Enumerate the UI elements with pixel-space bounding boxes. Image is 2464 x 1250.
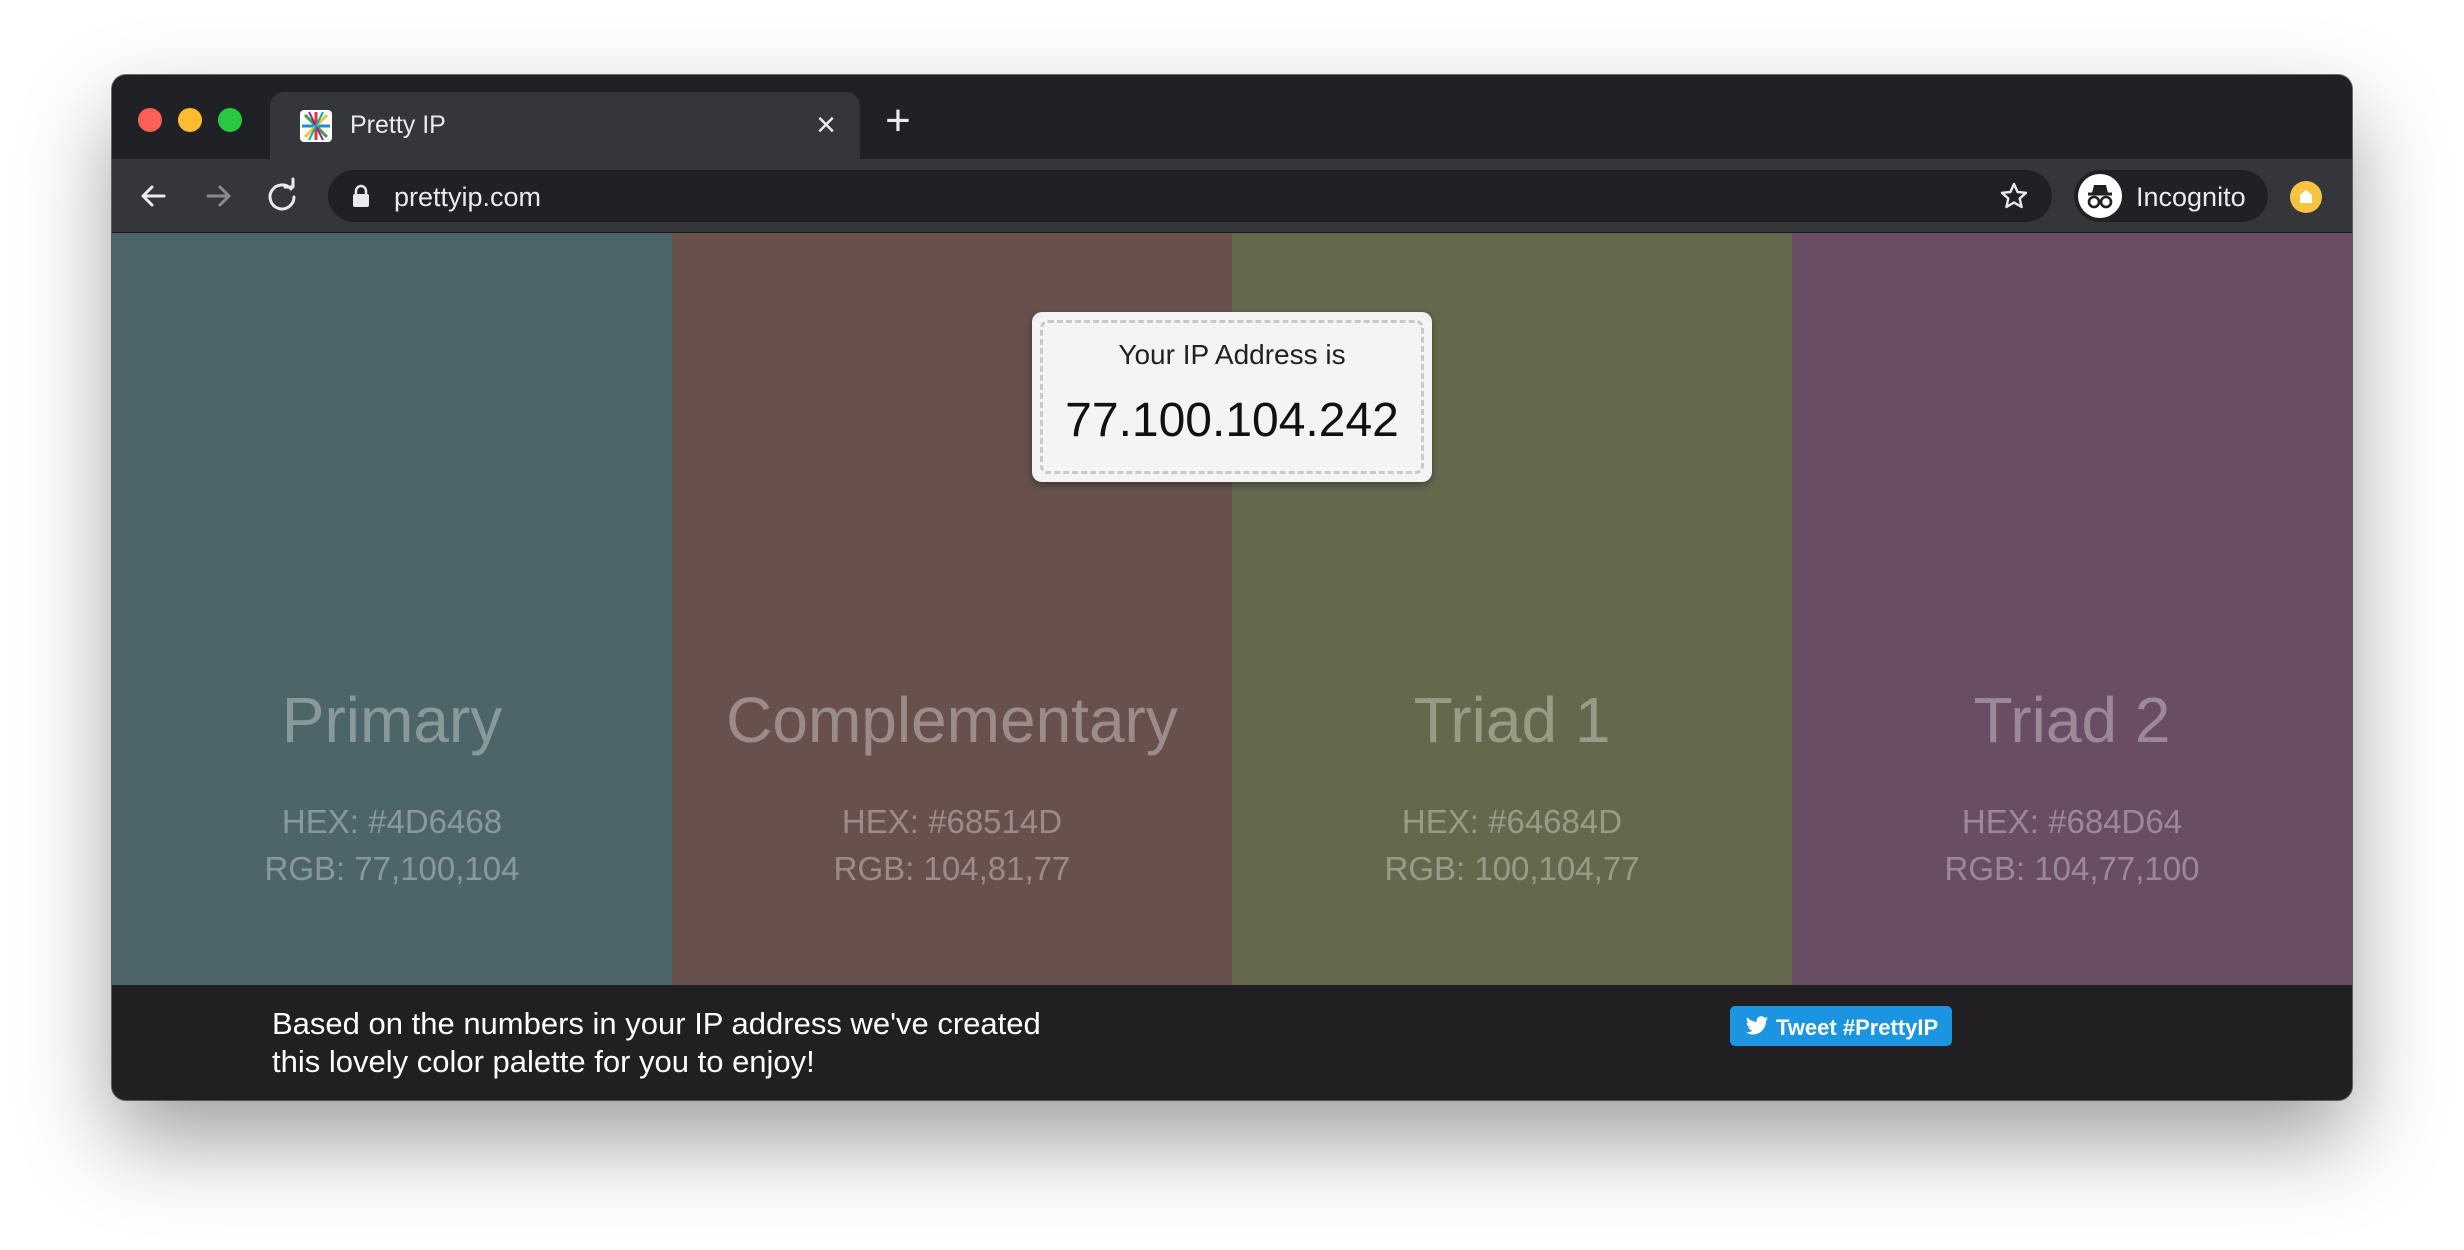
incognito-icon bbox=[2078, 174, 2122, 218]
swatch-hex: HEX: #684D64 bbox=[1961, 803, 2183, 840]
tweet-button-label: Tweet #PrettyIP bbox=[1776, 1015, 1939, 1040]
tab-title: Pretty IP bbox=[350, 111, 446, 139]
tweet-button[interactable]: Tweet #PrettyIP bbox=[1730, 1006, 1952, 1046]
back-arrow-icon bbox=[141, 185, 166, 207]
swatch-rgb: RGB: 104,81,77 bbox=[833, 850, 1071, 887]
footer-message: Based on the numbers in your IP address … bbox=[272, 1005, 1172, 1081]
swatch-triad-2: Triad 2 HEX: #684D64 RGB: 104,77,100 bbox=[1792, 233, 2352, 985]
forward-arrow-icon bbox=[206, 185, 231, 207]
address-bar[interactable]: prettyip.com bbox=[328, 170, 2052, 222]
url-text[interactable]: prettyip.com bbox=[394, 182, 541, 213]
browser-toolbar: prettyip.com Incognito bbox=[112, 159, 2352, 233]
ip-address-card: Your IP Address is 77.100.104.242 bbox=[1032, 312, 1432, 482]
swatch-name: Triad 1 bbox=[1413, 684, 1611, 756]
swatch-hex: HEX: #68514D bbox=[841, 803, 1063, 840]
footer-message-line: this lovely color palette for you to enj… bbox=[272, 1044, 815, 1079]
swatch-rgb: RGB: 104,77,100 bbox=[1944, 850, 2200, 887]
swatch-hex: HEX: #4D6468 bbox=[281, 803, 503, 840]
swatch-name: Primary bbox=[281, 684, 503, 756]
ip-address-value: 77.100.104.242 bbox=[1065, 394, 1399, 447]
swatch-name: Triad 2 bbox=[1973, 684, 2171, 756]
extension-icon[interactable] bbox=[2290, 181, 2322, 213]
minimize-window-button[interactable] bbox=[178, 108, 202, 132]
incognito-profile-button[interactable]: Incognito bbox=[2074, 170, 2268, 222]
new-tab-button[interactable]: + bbox=[878, 99, 918, 143]
ip-card-caption: Your IP Address is bbox=[1118, 339, 1346, 370]
twitter-bird-icon bbox=[1745, 1016, 1769, 1035]
prettyip-favicon-icon bbox=[300, 110, 332, 142]
swatch-name: Complementary bbox=[726, 684, 1178, 756]
forward-button[interactable] bbox=[196, 174, 240, 218]
lock-icon bbox=[353, 184, 369, 207]
tab-pretty-ip[interactable]: Pretty IP × bbox=[270, 92, 860, 159]
tab-strip: Pretty IP × + bbox=[112, 75, 2352, 159]
swatch-primary: Primary HEX: #4D6468 RGB: 77,100,104 bbox=[112, 233, 672, 985]
footer-message-line: Based on the numbers in your IP address … bbox=[272, 1006, 1041, 1041]
back-button[interactable] bbox=[132, 174, 176, 218]
page-content: Primary HEX: #4D6468 RGB: 77,100,104 Com… bbox=[112, 233, 2352, 1100]
reload-icon bbox=[268, 177, 296, 211]
close-window-button[interactable] bbox=[138, 108, 162, 132]
tab-close-icon[interactable]: × bbox=[810, 108, 842, 142]
star-icon[interactable] bbox=[1998, 180, 2030, 212]
incognito-label: Incognito bbox=[2136, 182, 2246, 212]
swatch-rgb: RGB: 100,104,77 bbox=[1384, 850, 1640, 887]
browser-window: Pretty IP × + prettyip.com Incognito Pri… bbox=[112, 75, 2352, 1100]
footer-bar: Based on the numbers in your IP address … bbox=[112, 985, 2352, 1100]
zoom-window-button[interactable] bbox=[218, 108, 242, 132]
swatch-hex: HEX: #64684D bbox=[1401, 803, 1623, 840]
reload-button[interactable] bbox=[260, 174, 304, 218]
swatch-rgb: RGB: 77,100,104 bbox=[264, 850, 520, 887]
